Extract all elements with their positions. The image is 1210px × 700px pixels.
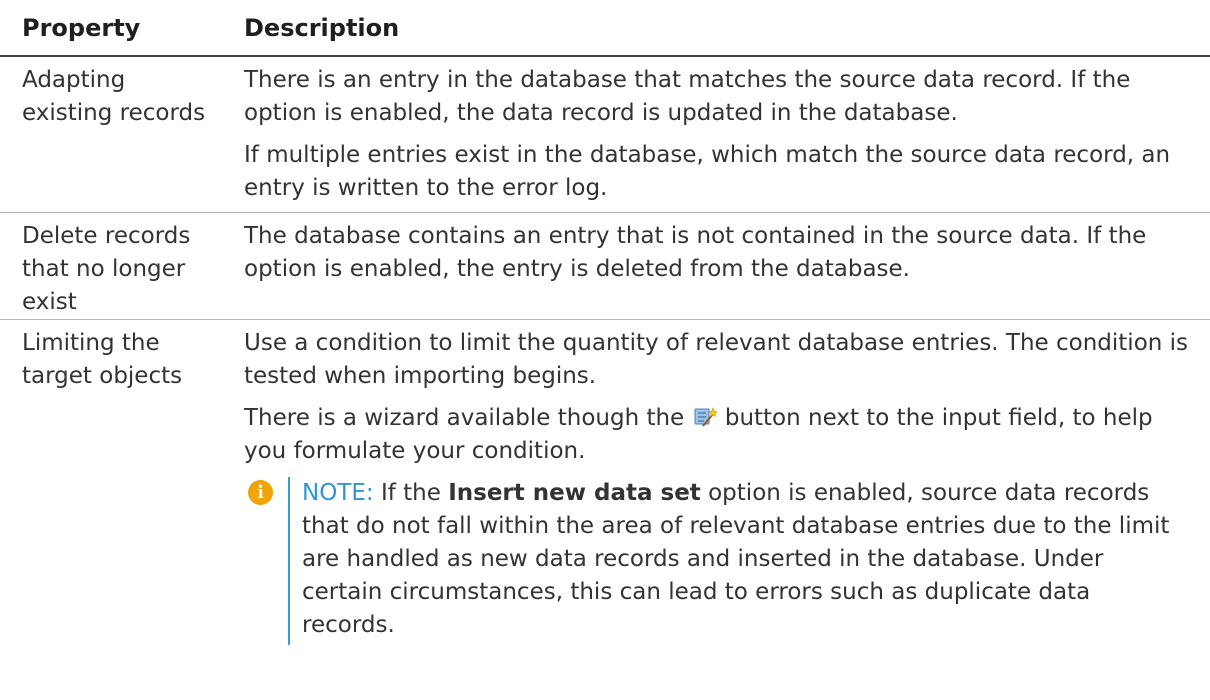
note-text: NOTE: If the Insert new data set option … [302,477,1190,642]
wizard-icon [693,405,718,427]
property-limiting-target-objects: Limiting the target objects [22,330,183,389]
property-adapting-existing-records: Adapting existing records [22,67,206,126]
wizard-paragraph: There is a wizard available though the b… [244,402,1190,468]
description-paragraph: There is an entry in the database that m… [244,67,1131,126]
table-row: Delete records that no longer exist The … [0,213,1210,320]
description-cell: Use a condition to limit the quantity of… [244,320,1210,700]
header-description: Description [244,14,400,42]
property-delete-records: Delete records that no longer exist [22,223,191,315]
description-paragraph: The database contains an entry that is n… [244,223,1147,282]
note-bold-term: Insert new data set [448,480,701,506]
table-header-row: Property Description [0,0,1210,57]
header-property: Property [22,14,141,42]
description-cell: The database contains an entry that is n… [244,213,1210,319]
table-row: Limiting the target objects Use a condit… [0,320,1210,700]
description-paragraph: If multiple entries exist in the databas… [244,142,1171,201]
note-callout: i NOTE: If the Insert new data set optio… [244,477,1190,645]
description-cell: There is an entry in the database that m… [244,57,1210,212]
note-label: NOTE: [302,480,374,506]
properties-table: Property Description Adapting existing r… [0,0,1210,700]
description-paragraph: Use a condition to limit the quantity of… [244,330,1189,389]
info-icon: i [248,480,273,505]
note-prefix: If the [380,480,441,506]
wizard-text-before: There is a wizard available though the [244,405,685,431]
note-bar [288,477,290,645]
table-row: Adapting existing records There is an en… [0,57,1210,213]
